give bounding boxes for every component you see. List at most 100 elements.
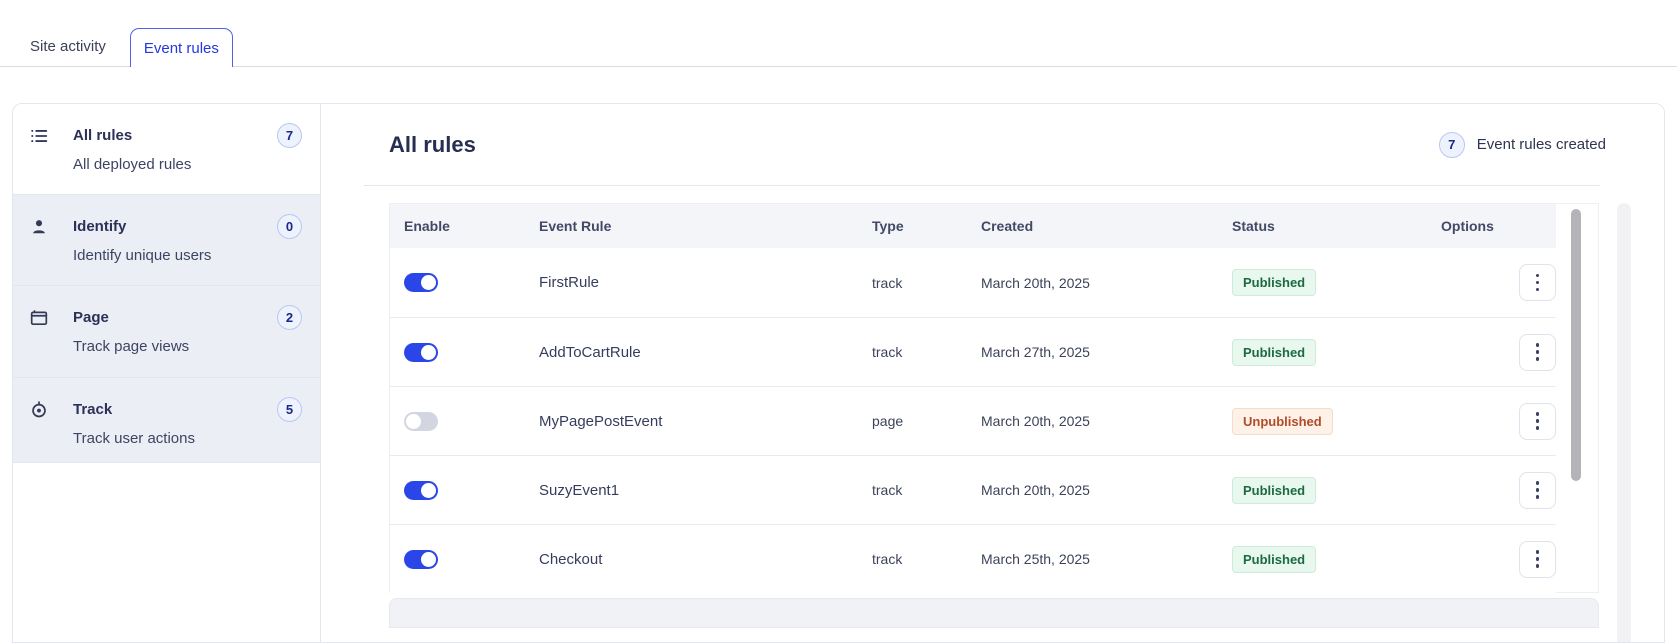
rule-type: track [872, 551, 903, 567]
tab-event-rules[interactable]: Event rules [129, 28, 233, 67]
sidebar-count-badge: 7 [277, 123, 302, 148]
toggle-knob [406, 413, 421, 429]
table-row: Checkout track March 25th, 2025 Publishe… [390, 524, 1556, 593]
enable-cell [404, 549, 539, 569]
rule-created-date: March 20th, 2025 [981, 482, 1090, 498]
rule-type: track [872, 274, 903, 291]
column-header: Type [872, 218, 904, 234]
enable-cell [404, 342, 539, 362]
toggle-knob [421, 275, 436, 290]
enable-toggle[interactable] [404, 549, 438, 569]
sidebar: All rules 7 All deployed rules Identify … [13, 104, 321, 642]
status-badge: Published [1232, 269, 1317, 296]
table-scrollbar-thumb[interactable] [1571, 209, 1581, 481]
sidebar-item-title: Track [73, 400, 113, 418]
window-icon [30, 309, 48, 327]
sidebar-item-title: Identify [73, 217, 127, 235]
tab-bar: Site activity Event rules [0, 0, 1677, 67]
row-options-button[interactable] [1519, 333, 1556, 371]
enable-cell [404, 480, 539, 500]
main-content: All rules 7 Event rules created Enable E… [321, 104, 1664, 642]
list-icon [30, 127, 48, 145]
sidebar-count-badge: 2 [277, 305, 302, 330]
rule-name: SuzyEvent1 [539, 481, 620, 499]
rule-created-date: March 20th, 2025 [981, 413, 1090, 429]
rule-created-date: March 27th, 2025 [981, 344, 1090, 360]
column-header: Status [1232, 218, 1275, 234]
sidebar-item-all-rules[interactable]: All rules 7 All deployed rules [13, 104, 320, 195]
enable-toggle[interactable] [404, 480, 438, 500]
rule-created-date: March 25th, 2025 [981, 551, 1090, 567]
status-badge: Published [1232, 545, 1317, 573]
rule-type: track [872, 344, 903, 360]
rule-created-date: March 20th, 2025 [981, 274, 1090, 291]
kebab-icon [1535, 481, 1540, 499]
status-cell: Published [1232, 269, 1441, 296]
main-header: All rules 7 Event rules created [321, 104, 1664, 185]
rules-table-container: Enable Event Rule Type Created Status Op… [389, 203, 1599, 593]
row-options-button[interactable] [1519, 540, 1556, 578]
sidebar-item-title: All rules [73, 126, 133, 144]
kebab-icon [1535, 343, 1540, 361]
kebab-icon [1535, 273, 1540, 292]
status-cell: Unpublished [1232, 407, 1441, 435]
sidebar-item-subtitle: Identify unique users [73, 247, 212, 264]
table-header-row: Enable Event Rule Type Created Status Op… [390, 204, 1556, 248]
sidebar-item-subtitle: Track user actions [73, 430, 195, 447]
status-badge: Published [1232, 476, 1317, 504]
table-row: SuzyEvent1 track March 20th, 2025 Publis… [390, 455, 1556, 524]
rule-type: track [872, 482, 903, 498]
table-scrollbar-track[interactable] [1571, 209, 1581, 589]
sidebar-count-badge: 5 [277, 397, 302, 422]
sidebar-count-badge: 0 [277, 214, 302, 239]
rule-type: page [872, 413, 904, 429]
status-badge: Published [1232, 338, 1317, 366]
status-cell: Published [1232, 476, 1441, 504]
enable-toggle[interactable] [404, 273, 438, 292]
table-body: FirstRule track March 20th, 2025 Publish… [390, 248, 1598, 593]
toggle-knob [421, 551, 436, 567]
status-badge: Unpublished [1232, 407, 1333, 435]
sidebar-item-identify[interactable]: Identify 0 Identify unique users [13, 195, 320, 286]
sidebar-item-subtitle: Track page views [73, 338, 190, 355]
table-row: AddToCartRule track March 27th, 2025 Pub… [390, 317, 1556, 386]
rule-name: MyPagePostEvent [539, 412, 663, 430]
enable-toggle[interactable] [404, 411, 438, 431]
enable-cell [404, 411, 539, 431]
kebab-icon [1535, 412, 1540, 430]
sidebar-item-title: Page [73, 308, 109, 326]
enable-toggle[interactable] [404, 342, 438, 362]
page-title: All rules [389, 131, 476, 157]
table-row: FirstRule track March 20th, 2025 Publish… [390, 248, 1556, 317]
column-header: Enable [404, 218, 450, 234]
panel-scrollbar-track[interactable] [1617, 203, 1631, 642]
header-divider [364, 185, 1600, 186]
target-icon [30, 401, 48, 419]
sidebar-item-page[interactable]: Page 2 Track page views [13, 286, 320, 378]
toggle-knob [421, 344, 436, 360]
row-options-button[interactable] [1519, 471, 1556, 509]
row-options-button[interactable] [1519, 264, 1556, 301]
column-header: Created [981, 218, 1034, 234]
user-icon [30, 218, 48, 236]
rules-count-badge: 7 [1438, 131, 1465, 158]
table-row: MyPagePostEvent page March 20th, 2025 Un… [390, 386, 1556, 455]
rule-name: FirstRule [539, 274, 600, 291]
rules-created-summary: 7 Event rules created [1438, 131, 1606, 158]
status-cell: Published [1232, 338, 1441, 366]
sidebar-item-subtitle: All deployed rules [73, 156, 192, 173]
toggle-knob [421, 482, 436, 498]
rule-name: Checkout [539, 550, 603, 568]
enable-cell [404, 273, 539, 292]
status-cell: Published [1232, 545, 1441, 573]
rules-created-label: Event rules created [1476, 136, 1606, 153]
column-header: Options [1441, 218, 1494, 234]
clipped-next-section [389, 598, 1599, 628]
kebab-icon [1535, 550, 1540, 568]
rule-name: AddToCartRule [539, 343, 641, 361]
column-header: Event Rule [539, 218, 612, 234]
event-rules-panel: All rules 7 All deployed rules Identify … [12, 103, 1665, 643]
sidebar-item-track[interactable]: Track 5 Track user actions [13, 378, 320, 463]
tab-site-activity[interactable]: Site activity [28, 27, 108, 66]
row-options-button[interactable] [1519, 402, 1556, 440]
